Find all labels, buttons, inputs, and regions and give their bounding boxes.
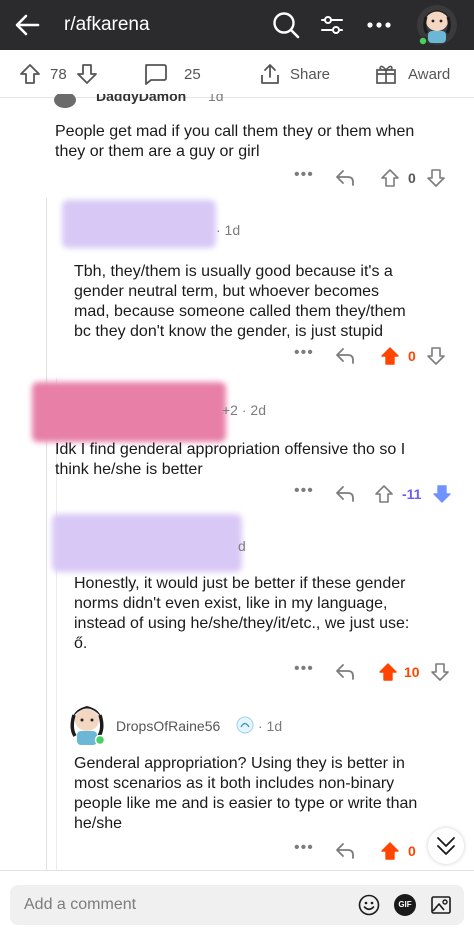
image-icon[interactable] (430, 894, 452, 916)
comment-line: norms didn't even exist, like in my lang… (74, 595, 388, 612)
comment-line: Genderal appropriation? Using they is be… (74, 755, 405, 772)
more-options-icon[interactable]: ••• (294, 839, 314, 857)
redacted-username (62, 200, 216, 248)
more-options-icon[interactable]: ••• (294, 344, 314, 362)
upvote-count: 78 (50, 65, 67, 83)
reply-icon[interactable] (334, 167, 356, 189)
gif-icon[interactable]: GIF (394, 894, 416, 916)
comment-body: Idk I find genderal appropriation offens… (55, 440, 405, 480)
comment-line: he/she (74, 815, 123, 832)
comment-input-placeholder: Add a comment (24, 896, 137, 913)
filter-icon[interactable] (318, 11, 346, 39)
vote-score: 0 (408, 843, 416, 859)
comment-line: People get mad if you call them they or … (55, 123, 415, 140)
vote-score: 10 (404, 664, 420, 680)
gif-label: GIF (398, 900, 412, 909)
comment-body: People get mad if you call them they or … (55, 122, 414, 162)
more-options-icon[interactable]: ••• (294, 660, 314, 678)
reply-icon[interactable] (334, 483, 356, 505)
share-icon (261, 64, 279, 84)
user-avatar[interactable] (66, 700, 108, 748)
downvote-icon[interactable] (430, 662, 450, 682)
comment-age: +2 · 2d (222, 402, 266, 418)
comment-line: gender neutral term, but whoever becomes (74, 283, 380, 300)
vote-score: 0 (408, 170, 416, 186)
downvote-icon[interactable] (75, 62, 99, 86)
emoji-icon[interactable] (358, 894, 380, 916)
comment-composer-bar: Add a comment GIF (0, 870, 474, 949)
vote-score: -11 (402, 486, 422, 502)
comment-line: instead of using he/she/they/it/etc., we… (74, 615, 410, 632)
user-flair-icon (236, 716, 254, 734)
upvote-icon-active[interactable] (380, 841, 400, 861)
post-action-bar: 78 25 Share Award (0, 50, 474, 98)
comment-line: Tbh, they/them is usually good because i… (74, 263, 393, 280)
comments-button[interactable]: 25 (142, 50, 201, 98)
back-arrow-icon[interactable] (12, 9, 44, 41)
comment-actions: ••• 0 (0, 344, 474, 368)
award-icon (376, 65, 396, 84)
comment-line: Idk I find genderal appropriation offens… (55, 441, 406, 458)
top-bar: r/afkarena (0, 0, 474, 50)
comment-actions: ••• 0 (0, 839, 474, 863)
vote-score: 0 (408, 348, 416, 364)
collapse-thread-button[interactable] (428, 828, 464, 864)
redacted-username (32, 382, 226, 442)
comment-line: bc they don't know the gender, is just s… (74, 323, 384, 340)
award-button[interactable]: Award (374, 50, 450, 98)
comment-actions: ••• 0 (0, 166, 474, 190)
comment-line: people like me and is easier to type or … (74, 795, 418, 812)
chevron-double-down-icon (437, 837, 455, 855)
vote-group: 78 (18, 50, 99, 98)
comment-body: Genderal appropriation? Using they is be… (74, 754, 417, 834)
comment-age: d (238, 538, 246, 554)
comment-line: ő. (74, 635, 88, 652)
thread-line (46, 198, 47, 870)
user-avatar (54, 94, 76, 108)
comment-body: Honestly, it would just be better if the… (74, 574, 409, 654)
more-options-icon[interactable]: ••• (294, 166, 314, 184)
reply-icon[interactable] (334, 661, 356, 683)
downvote-icon[interactable] (426, 346, 446, 366)
more-icon[interactable] (364, 11, 394, 39)
comment-line: mad, because someone called them they/th… (74, 303, 406, 320)
comment-input[interactable]: Add a comment GIF (10, 885, 464, 925)
share-button[interactable]: Share (258, 50, 330, 98)
comment-line: think he/she is better (55, 461, 203, 478)
comment-line: most scenarios as it both includes non-b… (74, 775, 395, 792)
avatar[interactable] (414, 3, 460, 47)
upvote-icon-active[interactable] (378, 662, 398, 682)
reply-icon[interactable] (334, 840, 356, 862)
comment-count: 25 (184, 65, 201, 83)
more-options-icon[interactable]: ••• (294, 482, 314, 500)
upvote-icon[interactable] (380, 168, 400, 188)
comment-age: · 1d (216, 222, 241, 238)
redacted-username (52, 514, 242, 572)
reply-icon[interactable] (334, 345, 356, 367)
share-label: Share (290, 65, 331, 83)
downvote-icon-active[interactable] (432, 484, 452, 504)
comment-author[interactable]: DropsOfRaine56 (116, 718, 220, 734)
comment-age: · 1d (258, 718, 283, 734)
upvote-icon[interactable] (18, 62, 42, 86)
subreddit-title[interactable]: r/afkarena (64, 14, 150, 36)
upvote-icon-active[interactable] (380, 346, 400, 366)
comment-actions: ••• -11 (0, 482, 474, 506)
search-icon[interactable] (270, 9, 302, 41)
comment-body: Tbh, they/them is usually good because i… (74, 262, 406, 342)
comment-line: Honestly, it would just be better if the… (74, 575, 406, 592)
comment-line: they or them are a guy or girl (55, 143, 260, 160)
downvote-icon[interactable] (426, 168, 446, 188)
upvote-icon[interactable] (374, 484, 394, 504)
award-label: Award (408, 65, 451, 83)
comment-icon (145, 64, 167, 85)
comment-actions: ••• 10 (0, 660, 474, 684)
